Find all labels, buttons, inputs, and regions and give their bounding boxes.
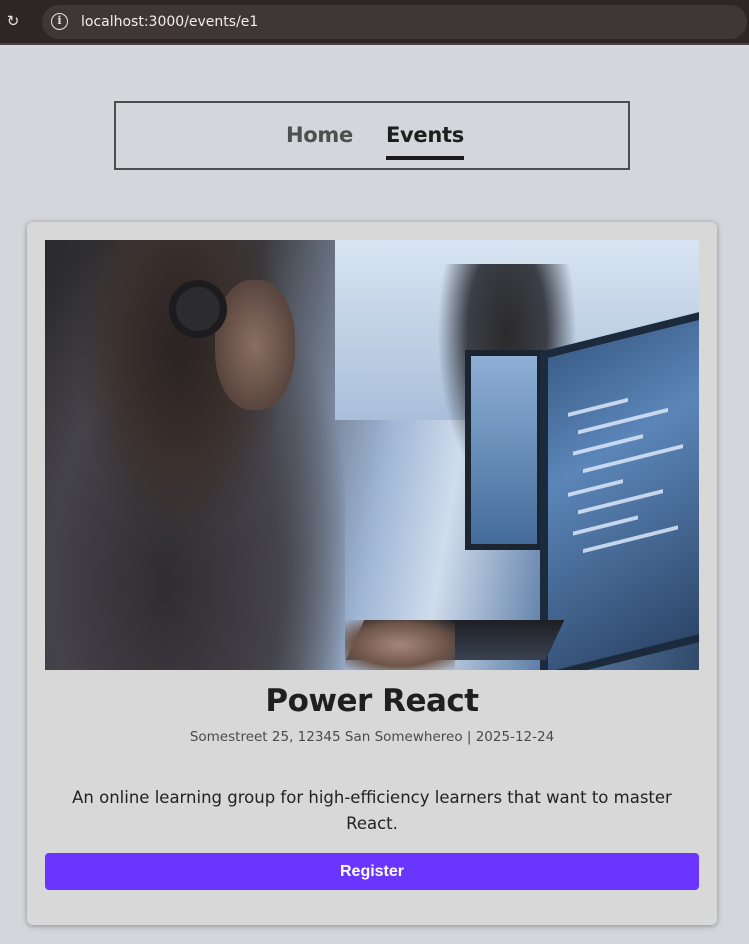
nav-link-events-label: Events bbox=[386, 123, 464, 147]
headphones-icon bbox=[169, 280, 227, 338]
code-line bbox=[573, 515, 638, 536]
code-line bbox=[573, 434, 643, 456]
code-line bbox=[583, 525, 678, 554]
event-title: Power React bbox=[265, 683, 479, 719]
nav-link-home[interactable]: Home bbox=[286, 123, 353, 147]
page: Home Events Power React Somestreet 25, 1… bbox=[0, 47, 749, 944]
register-button[interactable]: Register bbox=[45, 853, 699, 890]
event-card: Power React Somestreet 25, 12345 San Som… bbox=[27, 222, 717, 925]
image-monitor-large bbox=[540, 308, 699, 670]
image-monitor-small bbox=[465, 350, 543, 550]
nav-link-events[interactable]: Events bbox=[386, 123, 464, 160]
event-meta: Somestreet 25, 12345 San Somewhereo | 20… bbox=[189, 729, 555, 745]
code-line bbox=[578, 407, 668, 435]
reload-icon[interactable]: ↻ bbox=[4, 12, 22, 30]
info-icon[interactable]: i bbox=[51, 13, 68, 30]
image-hand bbox=[345, 620, 455, 670]
code-line bbox=[568, 397, 628, 417]
event-description: An online learning group for high-effici… bbox=[72, 788, 672, 833]
main-nav: Home Events bbox=[114, 101, 630, 170]
url-text[interactable]: localhost:3000/events/e1 bbox=[81, 13, 258, 31]
address-bar[interactable]: i localhost:3000/events/e1 bbox=[42, 5, 747, 39]
image-face bbox=[215, 280, 295, 410]
event-image bbox=[45, 240, 699, 670]
browser-toolbar: ↻ i localhost:3000/events/e1 bbox=[0, 0, 749, 45]
code-line bbox=[568, 479, 623, 497]
code-line bbox=[578, 489, 663, 515]
active-underline bbox=[386, 156, 464, 160]
